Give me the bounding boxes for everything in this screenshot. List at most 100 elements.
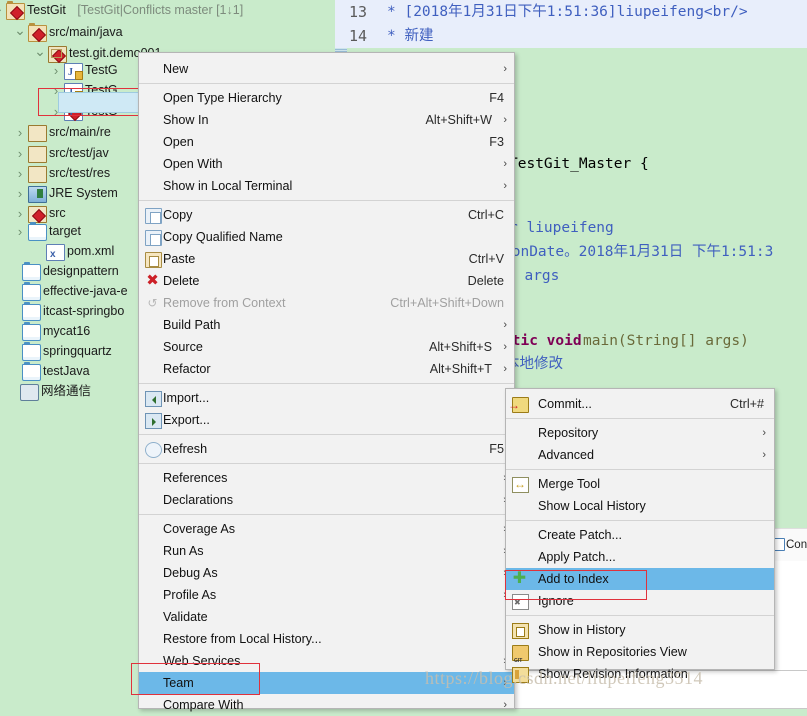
menu-item-label: Show in Repositories View — [538, 645, 687, 659]
menu-item-show-in-local-terminal[interactable]: Show in Local Terminal › — [139, 175, 514, 197]
copy-icon — [145, 208, 162, 224]
editor-main-signature-rest: main(String[] args) — [583, 333, 749, 349]
menu-item-shortcut: F4 — [489, 91, 504, 105]
menu-item-copy-qualified-name[interactable]: Copy Qualified Name — [139, 226, 514, 248]
menu-item-shortcut: Ctrl+V — [468, 252, 504, 266]
menu-item-label: Add to Index — [538, 572, 609, 586]
menu-separator — [139, 434, 514, 435]
commit-icon — [508, 394, 529, 416]
team-submenu[interactable]: Commit... Ctrl+# Repository › Advanced › Merge… — [505, 388, 775, 683]
editor-line: 13 * [2018年1月31日下午1:51:36]liupeifeng<br/… — [335, 0, 807, 24]
tree-item-label: designpattern — [43, 264, 119, 278]
menu-item-build-path[interactable]: Build Path › — [139, 314, 514, 336]
menu-separator — [506, 418, 774, 419]
editor-code-main-signature: atic void main(String[] args) — [503, 329, 807, 353]
menu-item-show-in-history[interactable]: Show in History — [506, 619, 774, 641]
menu-item-apply-patch[interactable]: Apply Patch... — [506, 546, 774, 568]
package-folder-icon — [28, 23, 47, 43]
menu-item-paste[interactable]: Paste Ctrl+V — [139, 248, 514, 270]
menu-item-run-as[interactable]: Run As› — [139, 540, 514, 562]
copy-qualified-icon — [145, 230, 162, 246]
chevron-right-icon[interactable]: › — [14, 163, 26, 184]
menu-item-advanced[interactable]: Advanced › — [506, 444, 774, 466]
folder-icon — [22, 262, 41, 281]
menu-separator — [139, 200, 514, 201]
menu-item-coverage-as[interactable]: Coverage As› — [139, 518, 514, 540]
project-git-icon — [6, 1, 25, 21]
tree-item-label: TestG — [85, 63, 118, 77]
chevron-right-icon[interactable]: › — [14, 122, 26, 143]
tree-item-label: testJava — [43, 364, 90, 378]
import-icon — [145, 391, 162, 407]
context-menu[interactable]: New › Open Type Hierarchy F4 Show In Alt+Shif… — [138, 52, 515, 712]
menu-item-create-patch[interactable]: Create Patch... — [506, 524, 774, 546]
editor-line-number: 14 — [349, 27, 368, 45]
menu-item-export[interactable]: Export... — [139, 409, 514, 431]
folder-icon — [22, 302, 41, 321]
menu-item-add-to-index[interactable]: ✚ Add to Index — [506, 568, 774, 590]
menu-item-references[interactable]: References› — [139, 467, 514, 489]
folder-icon — [22, 342, 41, 361]
menu-item-label: Debug As — [163, 566, 218, 580]
menu-item-web-services[interactable]: Web Services› — [139, 650, 514, 672]
chevron-down-icon[interactable]: ⌄ — [0, 0, 4, 16]
menu-item-open[interactable]: Open F3 — [139, 131, 514, 153]
menu-item-refresh[interactable]: Refresh F5 — [139, 438, 514, 460]
menu-item-label: Merge Tool — [538, 477, 601, 491]
menu-item-label: Apply Patch... — [538, 550, 616, 564]
menu-item-label: Validate — [163, 610, 208, 624]
menu-item-label: Open With — [163, 157, 223, 171]
editor-code-author: r liupeifeng — [509, 216, 807, 240]
menu-item-copy[interactable]: Copy Ctrl+C — [139, 204, 514, 226]
chevron-down-icon[interactable]: ⌄ — [34, 43, 46, 59]
menu-item-label: Show Local History — [538, 499, 646, 513]
menu-item-show-local-history[interactable]: Show Local History — [506, 495, 774, 517]
menu-item-open-type-hierarchy[interactable]: Open Type Hierarchy F4 — [139, 87, 514, 109]
menu-item-show-in-repositories-view[interactable]: Show in Repositories View — [506, 641, 774, 672]
chevron-right-icon: › — [503, 180, 507, 192]
menu-item-delete[interactable]: ✖ Delete Delete — [139, 270, 514, 292]
chevron-right-icon[interactable]: › — [14, 183, 26, 204]
menu-item-remove-from-context[interactable]: ↺ Remove from Context Ctrl+Alt+Shift+Down — [139, 292, 514, 314]
menu-item-open-with[interactable]: Open With › — [139, 153, 514, 175]
menu-item-shortcut: Alt+Shift+T — [429, 362, 492, 376]
chevron-right-icon[interactable]: › — [50, 60, 62, 81]
menu-item-label: Web Services — [163, 654, 241, 668]
tree-item-label: mycat16 — [43, 324, 91, 338]
menu-item-ignore[interactable]: Ignore — [506, 590, 774, 614]
menu-item-import[interactable]: Import... — [139, 387, 514, 409]
menu-item-profile-as[interactable]: Profile As› — [139, 584, 514, 606]
tree-item[interactable]: ⌄ TestGit [TestGit|Conflicts master [1↓1] — [0, 0, 340, 21]
menu-item-source[interactable]: Source Alt+Shift+S › — [139, 336, 514, 358]
menu-item-compare-with[interactable]: Compare With › — [139, 694, 514, 716]
editor-line: 14 * 新建 — [335, 24, 807, 48]
menu-separator — [139, 463, 514, 464]
menu-item-label: Compare With — [163, 698, 244, 712]
chevron-right-icon[interactable]: › — [14, 221, 26, 242]
chevron-right-icon[interactable]: › — [14, 143, 26, 164]
tree-item-label: 网络通信 — [41, 384, 92, 398]
menu-item-merge-tool[interactable]: Merge Tool — [506, 473, 774, 495]
tree-item[interactable]: ⌄ src/main/java — [0, 22, 340, 43]
menu-item-declarations[interactable]: Declarations› — [139, 489, 514, 511]
menu-item-show-in[interactable]: Show In Alt+Shift+W › — [139, 109, 514, 131]
tree-item-label: TestGit — [27, 3, 66, 17]
menu-item-restore-from-local-history[interactable]: Restore from Local History... — [139, 628, 514, 650]
menu-item-show-revision-information[interactable]: Show Revision Information — [506, 663, 774, 685]
menu-item-shortcut: F3 — [489, 135, 504, 149]
menu-item-repository[interactable]: Repository › — [506, 422, 774, 444]
editor-code-args: n args — [507, 264, 807, 288]
menu-item-refactor[interactable]: Refactor Alt+Shift+T › — [139, 358, 514, 380]
menu-item-label: Coverage As — [163, 522, 236, 536]
menu-item-team[interactable]: Team › — [139, 672, 514, 694]
menu-item-validate[interactable]: Validate — [139, 606, 514, 628]
menu-item-new[interactable]: New › — [139, 58, 514, 80]
chevron-down-icon[interactable]: ⌄ — [14, 22, 26, 38]
menu-item-shortcut: Alt+Shift+W — [425, 113, 493, 127]
folder-icon — [22, 322, 41, 341]
xml-file-icon — [46, 244, 65, 265]
source-folder-icon — [28, 166, 47, 183]
menu-item-commit[interactable]: Commit... Ctrl+# — [506, 393, 774, 416]
menu-item-debug-as[interactable]: Debug As› — [139, 562, 514, 584]
folder-icon — [22, 362, 41, 381]
